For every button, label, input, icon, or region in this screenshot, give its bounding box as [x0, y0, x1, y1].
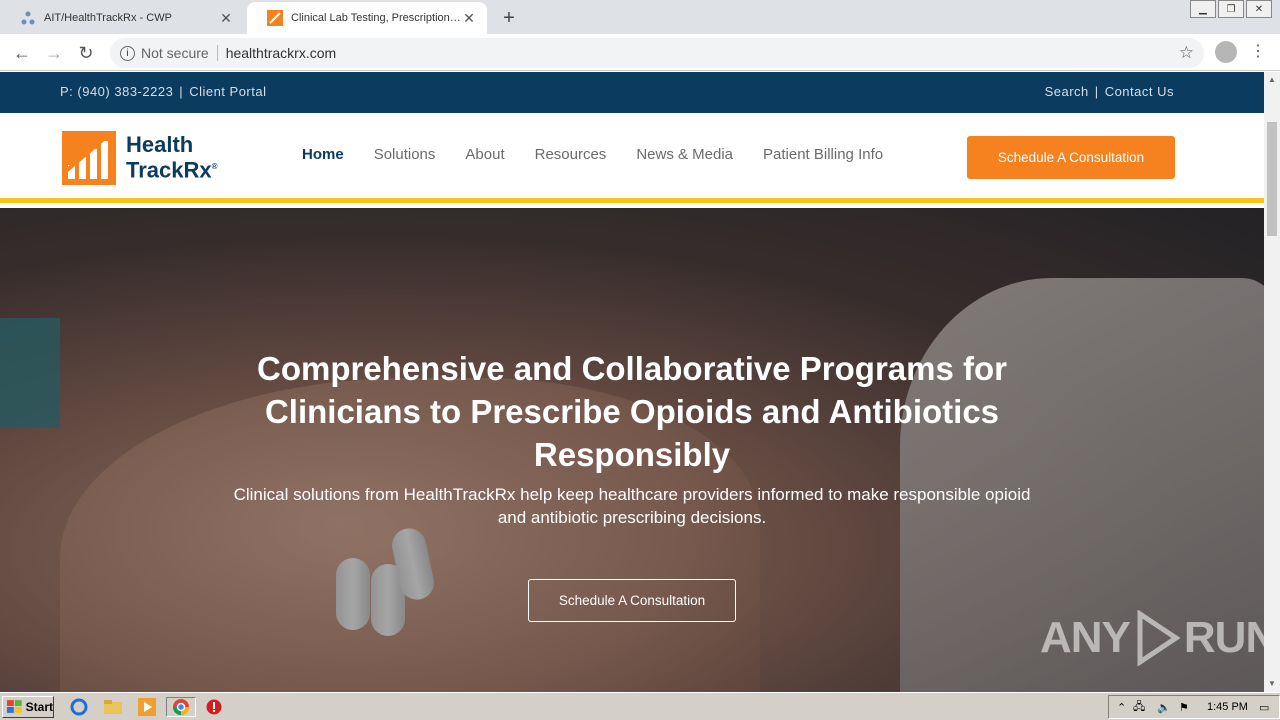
nav-item-patient-billing-info[interactable]: Patient Billing Info: [763, 146, 883, 163]
browser-menu-icon[interactable]: ⋮: [1250, 40, 1266, 64]
divider: |: [179, 84, 184, 99]
healthtrackrx-logo-icon: [62, 131, 116, 185]
page-scrollbar[interactable]: ▲ ▼: [1264, 72, 1280, 692]
minimize-button[interactable]: ▁: [1190, 0, 1216, 18]
scroll-down-icon[interactable]: ▼: [1264, 676, 1280, 692]
flag-icon[interactable]: ⚑: [1179, 701, 1189, 714]
anyrun-watermark: ANY RUN: [1040, 610, 1277, 666]
windows-logo-icon: [7, 700, 22, 713]
url-text[interactable]: healthtrackrx.com: [226, 45, 336, 61]
address-bar[interactable]: i Not secure healthtrackrx.com ☆: [110, 38, 1204, 68]
show-desktop-icon[interactable]: ▭: [1259, 701, 1269, 714]
nav-item-news-media[interactable]: News & Media: [636, 146, 733, 163]
logo-line-2: TrackRx: [126, 157, 212, 183]
tab-ait-healthtrackrx[interactable]: AIT/HealthTrackRx - CWP ✕: [0, 2, 244, 34]
restore-button[interactable]: ❐: [1218, 0, 1244, 18]
main-navigation: Home Solutions About Resources News & Me…: [302, 146, 883, 163]
security-alert-icon[interactable]: [203, 697, 225, 717]
volume-icon[interactable]: 🔈: [1157, 701, 1171, 714]
profile-avatar-icon[interactable]: [1215, 41, 1237, 63]
chrome-icon[interactable]: [166, 697, 196, 717]
contact-us-link[interactable]: Contact Us: [1105, 84, 1174, 99]
tab-title: Clinical Lab Testing, Prescription Dru: [291, 12, 461, 24]
close-icon[interactable]: ✕: [461, 10, 477, 26]
browser-tab-strip: AIT/HealthTrackRx - CWP ✕ Clinical Lab T…: [0, 0, 1280, 34]
nav-item-about[interactable]: About: [465, 146, 504, 163]
internet-explorer-icon[interactable]: [68, 697, 90, 717]
nav-item-home[interactable]: Home: [302, 146, 344, 163]
phone-number[interactable]: P: (940) 383-2223: [60, 84, 173, 99]
healthtrackrx-favicon-icon: [267, 10, 283, 26]
network-tray-icon[interactable]: 🖧: [1133, 698, 1145, 717]
schedule-consultation-button[interactable]: Schedule A Consultation: [967, 136, 1175, 179]
folder-icon[interactable]: [102, 697, 124, 717]
network-icon: [20, 10, 36, 26]
system-tray: ⌃ 🖧 🔈 ⚑ 1:45 PM ▭: [1108, 695, 1280, 719]
nav-item-resources[interactable]: Resources: [535, 146, 607, 163]
nav-item-solutions[interactable]: Solutions: [374, 146, 436, 163]
divider: [216, 45, 218, 61]
search-link[interactable]: Search: [1045, 84, 1089, 99]
site-logo[interactable]: Health TrackRx®: [62, 131, 218, 185]
tab-healthtrackrx[interactable]: Clinical Lab Testing, Prescription Dru ✕: [247, 2, 487, 34]
client-portal-link[interactable]: Client Portal: [189, 84, 266, 99]
security-label: Not secure: [141, 45, 209, 61]
browser-toolbar: ← → ↻ i Not secure healthtrackrx.com ☆: [0, 34, 1280, 71]
divider: |: [1094, 84, 1099, 99]
info-icon[interactable]: i: [120, 45, 135, 61]
hero-subtext: Clinical solutions from HealthTrackRx he…: [233, 485, 1031, 527]
play-icon: [1137, 610, 1180, 666]
close-icon[interactable]: ✕: [218, 10, 234, 26]
logo-wordmark: Health TrackRx®: [126, 134, 218, 181]
scrollbar-thumb[interactable]: [1267, 122, 1277, 236]
registered-mark: ®: [211, 162, 218, 172]
chevron-up-icon[interactable]: ⌃: [1117, 701, 1126, 714]
bookmark-star-icon[interactable]: ☆: [1179, 43, 1194, 63]
page-viewport: P: (940) 383-2223 | Client Portal Search…: [0, 72, 1264, 692]
hero-schedule-consultation-button[interactable]: Schedule A Consultation: [528, 579, 736, 622]
clock[interactable]: 1:45 PM: [1207, 701, 1248, 713]
scroll-up-icon[interactable]: ▲: [1264, 72, 1280, 88]
windows-taskbar: Start ⌃ 🖧 🔈 ⚑ 1:45 PM ▭: [0, 692, 1280, 720]
start-label: Start: [25, 700, 53, 714]
tab-title: AIT/HealthTrackRx - CWP: [44, 12, 172, 24]
close-window-button[interactable]: ✕: [1246, 0, 1272, 18]
top-utility-bar: P: (940) 383-2223 | Client Portal Search…: [0, 72, 1264, 113]
start-button[interactable]: Start: [2, 696, 54, 718]
watermark-left: ANY: [1040, 613, 1131, 662]
watermark-right: RUN: [1183, 613, 1277, 662]
hero-headline: Comprehensive and Collaborative Programs…: [256, 350, 1008, 473]
media-player-icon[interactable]: [136, 697, 158, 717]
back-icon[interactable]: ←: [10, 41, 34, 65]
forward-icon[interactable]: →: [42, 41, 66, 65]
window-controls: ▁ ❐ ✕: [1190, 0, 1272, 18]
logo-line-1: Health: [126, 132, 194, 158]
new-tab-button[interactable]: +: [497, 6, 521, 30]
reload-icon[interactable]: ↻: [74, 41, 98, 65]
site-header: Health TrackRx® Home Solutions About Res…: [0, 113, 1264, 203]
